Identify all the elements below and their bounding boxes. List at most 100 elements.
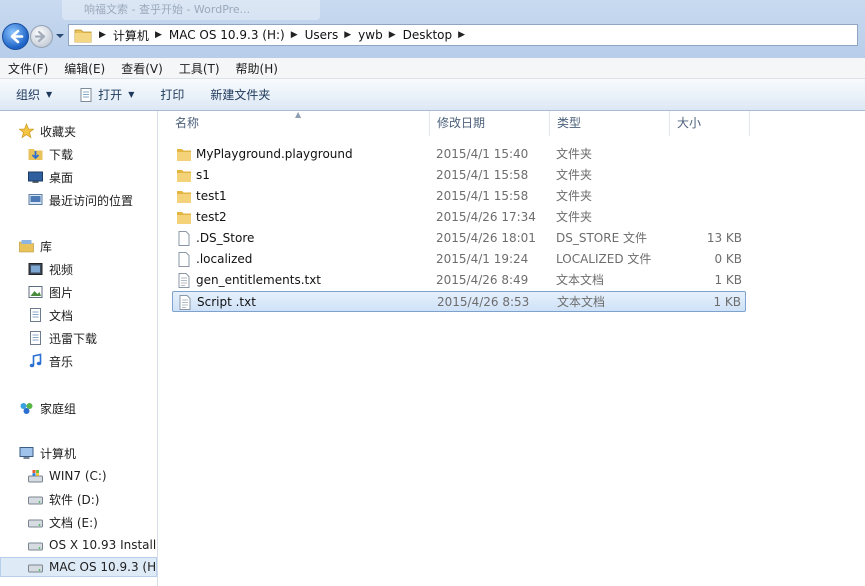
file-name: MyPlayground.playground <box>196 147 353 161</box>
hard-drive-icon <box>28 496 43 505</box>
blank-file-icon <box>178 231 190 246</box>
menu-tools[interactable]: 工具(T) <box>171 60 228 77</box>
crumb-separator[interactable]: ▶ <box>93 30 113 40</box>
new-folder-button[interactable]: 新建文件夹 <box>202 83 278 107</box>
nav-drive-d[interactable]: 软件 (D:) <box>27 489 99 509</box>
file-date: 2015/4/1 15:58 <box>436 189 529 203</box>
nav-item-recent-places[interactable]: 最近访问的位置 <box>27 190 133 210</box>
file-name: .localized <box>196 252 253 266</box>
file-date: 2015/4/26 17:34 <box>436 210 536 224</box>
forward-arrow-icon <box>34 30 46 43</box>
file-row[interactable]: .DS_Store 2015/4/26 18:01 DS_STORE 文件 13… <box>172 228 746 249</box>
text-file-icon <box>179 295 191 310</box>
file-size: 13 KB <box>706 231 742 245</box>
title-bar: 响福文索 - 查乎开始 - WordPre... ▶ 计算机 ▶ MAC OS 1… <box>0 0 865 58</box>
file-row[interactable]: MyPlayground.playground 2015/4/1 15:40 文… <box>172 144 746 165</box>
nav-computer[interactable]: 计算机 <box>18 443 76 463</box>
nav-item-music[interactable]: 音乐 <box>27 351 73 371</box>
print-button[interactable]: 打印 <box>152 83 192 107</box>
nav-item-videos[interactable]: 视频 <box>27 259 73 279</box>
sort-ascending-icon: ▲ <box>295 110 302 119</box>
navigation-pane: 收藏夹 下载 桌面 最近访问的位置 库 视频 图片 文档 迅雷下载 音乐 家庭组… <box>0 111 158 586</box>
address-bar[interactable]: ▶ 计算机 ▶ MAC OS 10.9.3 (H:) ▶ Users ▶ ywb ▶ D… <box>68 24 858 46</box>
breadcrumb-computer[interactable]: 计算机 ▶ <box>113 27 169 44</box>
open-button[interactable]: 打开 ▼ <box>70 83 142 107</box>
file-type: 文本文档 <box>557 295 606 309</box>
computer-icon <box>19 447 34 459</box>
breadcrumb-users[interactable]: Users ▶ <box>305 28 359 42</box>
back-button[interactable] <box>2 23 29 50</box>
background-window-title: 响福文索 - 查乎开始 - WordPre... <box>62 0 320 20</box>
file-date: 2015/4/1 15:58 <box>436 168 529 182</box>
menu-bar: 文件(F) 编辑(E) 查看(V) 工具(T) 帮助(H) <box>0 58 865 79</box>
folder-icon <box>177 170 191 182</box>
folder-icon <box>74 29 92 43</box>
file-size: 0 KB <box>714 252 742 266</box>
recent-pages-dropdown-icon[interactable] <box>55 31 65 41</box>
file-row-selected[interactable]: Script .txt 2015/4/26 8:53 文本文档 1 KB <box>172 291 746 312</box>
nav-favorites[interactable]: 收藏夹 <box>18 121 76 141</box>
star-icon <box>18 123 35 139</box>
nav-drive-e[interactable]: 文档 (E:) <box>27 512 98 532</box>
column-header-size[interactable]: 大小 <box>670 111 750 136</box>
column-header-type[interactable]: 类型 <box>550 111 670 136</box>
file-name: test2 <box>196 210 227 224</box>
command-bar: 组织 ▼ 打开 ▼ 打印 新建文件夹 <box>0 79 865 111</box>
folder-icon <box>177 149 191 161</box>
hard-drive-icon <box>28 564 43 573</box>
file-row[interactable]: test1 2015/4/1 15:58 文件夹 <box>172 186 746 207</box>
menu-edit[interactable]: 编辑(E) <box>56 60 113 77</box>
breadcrumb-drive-h[interactable]: MAC OS 10.9.3 (H:) ▶ <box>169 28 305 42</box>
column-header-date[interactable]: 修改日期 <box>430 111 550 136</box>
desktop-icon <box>28 171 43 183</box>
nav-item-documents[interactable]: 文档 <box>27 305 73 325</box>
file-row[interactable]: gen_entitlements.txt 2015/4/26 8:49 文本文档… <box>172 270 746 291</box>
nav-item-pictures[interactable]: 图片 <box>27 282 73 302</box>
menu-view[interactable]: 查看(V) <box>113 60 171 77</box>
breadcrumb-ywb[interactable]: ywb ▶ <box>358 28 402 42</box>
nav-homegroup[interactable]: 家庭组 <box>18 398 76 418</box>
forward-button[interactable] <box>30 25 53 48</box>
file-name: Script .txt <box>197 295 256 309</box>
file-name: s1 <box>196 168 210 182</box>
breadcrumb-desktop[interactable]: Desktop ▶ <box>403 28 472 42</box>
file-row[interactable]: s1 2015/4/1 15:58 文件夹 <box>172 165 746 186</box>
menu-file[interactable]: 文件(F) <box>0 60 56 77</box>
file-date: 2015/4/1 15:40 <box>436 147 529 161</box>
file-row[interactable]: test2 2015/4/26 17:34 文件夹 <box>172 207 746 228</box>
homegroup-icon <box>20 403 33 414</box>
menu-help[interactable]: 帮助(H) <box>228 60 286 77</box>
file-row[interactable]: .localized 2015/4/1 19:24 LOCALIZED 文件 0… <box>172 249 746 270</box>
nav-item-thunder-downloads[interactable]: 迅雷下载 <box>27 328 97 348</box>
file-size: 1 KB <box>713 295 741 309</box>
file-name: .DS_Store <box>196 231 255 245</box>
windows-drive-icon <box>28 470 43 483</box>
file-date: 2015/4/26 8:49 <box>436 273 529 287</box>
file-size: 1 KB <box>714 273 742 287</box>
library-icon <box>19 240 34 253</box>
dropdown-arrow-icon: ▼ <box>128 90 135 99</box>
nav-drive-h[interactable]: MAC OS 10.9.3 (H:) <box>0 557 157 577</box>
file-date: 2015/4/1 19:24 <box>436 252 529 266</box>
nav-item-downloads[interactable]: 下载 <box>27 144 73 164</box>
nav-item-desktop[interactable]: 桌面 <box>27 167 73 187</box>
hard-drive-icon <box>28 542 43 551</box>
text-file-icon <box>178 273 190 288</box>
file-type: 文件夹 <box>556 189 593 203</box>
hard-drive-icon <box>28 519 43 528</box>
organize-button[interactable]: 组织 ▼ <box>8 83 60 107</box>
recent-places-icon <box>28 194 43 205</box>
folder-icon <box>177 191 191 203</box>
nav-drive-c[interactable]: WIN7 (C:) <box>27 466 107 486</box>
dropdown-arrow-icon: ▼ <box>46 90 53 99</box>
nav-drive-osx-install[interactable]: OS X 10.93 Install <box>27 535 156 555</box>
file-date: 2015/4/26 8:53 <box>437 295 530 309</box>
nav-libraries[interactable]: 库 <box>18 236 52 256</box>
open-document-icon <box>80 87 92 102</box>
blank-file-icon <box>178 252 190 267</box>
file-type: 文件夹 <box>556 168 593 182</box>
file-type: LOCALIZED 文件 <box>556 252 652 266</box>
file-name: test1 <box>196 189 227 203</box>
file-type: 文件夹 <box>556 147 593 161</box>
file-type: 文本文档 <box>556 273 605 287</box>
